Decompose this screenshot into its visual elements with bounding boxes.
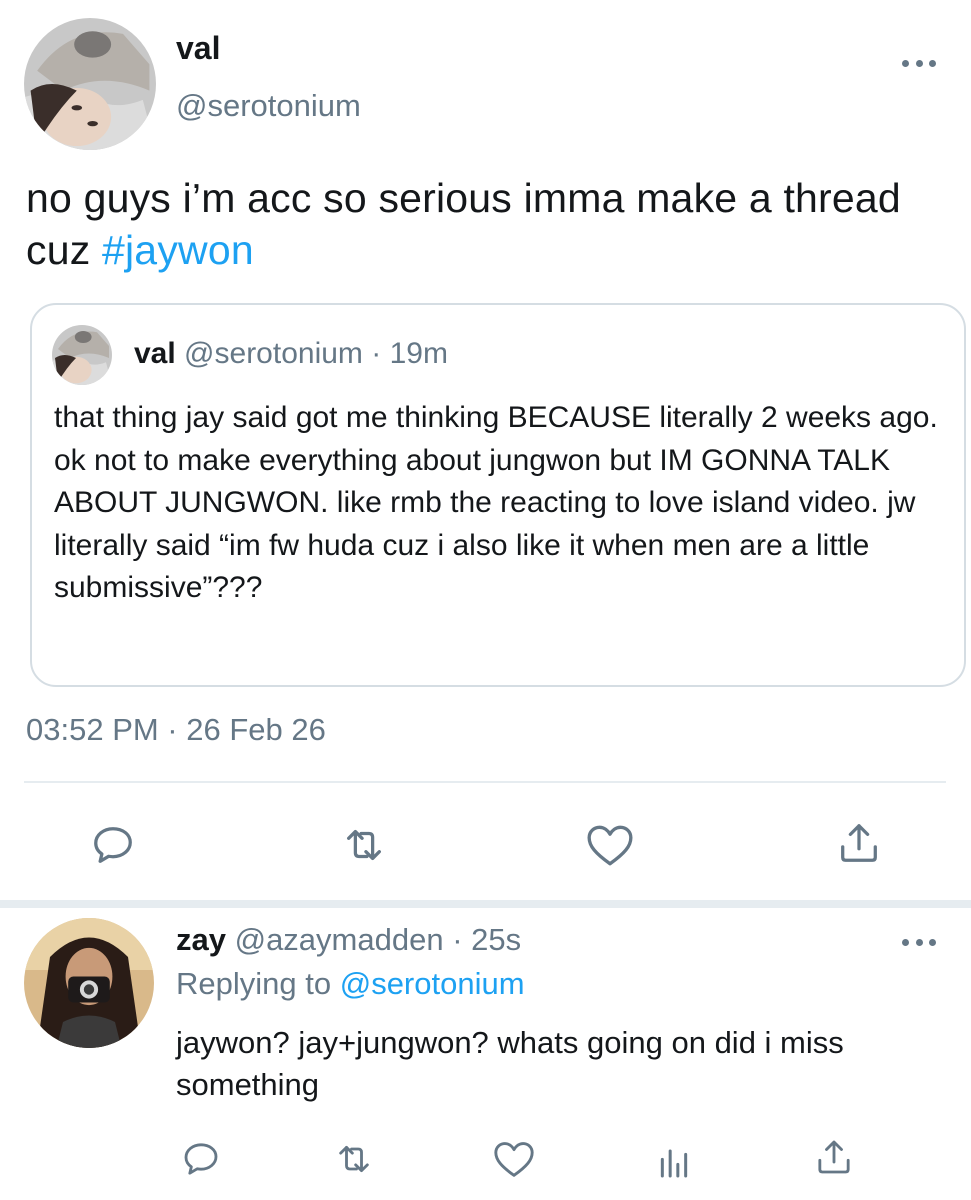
quoted-tweet[interactable]: val @serotonium · 19m that thing jay sai… bbox=[30, 303, 966, 687]
quoted-author-meta: @serotonium · 19m bbox=[175, 337, 448, 370]
share-icon bbox=[818, 1140, 850, 1174]
more-options-icon[interactable] bbox=[899, 932, 939, 952]
tweet-text: no guys i’m acc so serious imma make a t… bbox=[26, 172, 946, 276]
like-button[interactable] bbox=[490, 1136, 538, 1182]
avatar-photo bbox=[24, 918, 154, 1048]
retweet-button[interactable] bbox=[328, 1136, 380, 1182]
quoted-author-avatar bbox=[52, 325, 112, 385]
section-separator bbox=[0, 900, 971, 908]
divider bbox=[24, 781, 946, 783]
quoted-author-name: val bbox=[134, 337, 176, 370]
like-icon bbox=[587, 825, 633, 866]
replying-to: Replying to @serotonium bbox=[176, 966, 525, 1002]
quoted-tweet-text: that thing jay said got me thinking BECA… bbox=[54, 401, 938, 604]
author-avatar[interactable] bbox=[24, 18, 156, 150]
reply-author-avatar[interactable] bbox=[24, 918, 154, 1048]
author-handle[interactable]: @serotonium bbox=[176, 88, 361, 124]
reply-text: jaywon? jay+jungwon? whats going on did … bbox=[176, 1025, 844, 1102]
reply-author-meta: @azaymadden · 25s bbox=[225, 922, 522, 957]
quoted-tweet-header: val @serotonium · 19m bbox=[134, 337, 448, 371]
like-button[interactable] bbox=[583, 820, 637, 870]
replying-mention-link[interactable]: @serotonium bbox=[340, 966, 525, 1001]
analytics-icon bbox=[660, 1149, 688, 1178]
reply-icon bbox=[94, 827, 132, 863]
share-button[interactable] bbox=[834, 818, 884, 868]
author-name[interactable]: val bbox=[176, 30, 220, 67]
more-options-icon[interactable] bbox=[899, 53, 939, 73]
hashtag-link[interactable]: #jaywon bbox=[102, 227, 254, 273]
reply-button[interactable] bbox=[178, 1136, 224, 1182]
retweet-icon bbox=[347, 829, 381, 861]
main-tweet: val @serotonium no guys i’m acc so serio… bbox=[0, 0, 971, 900]
retweet-button[interactable] bbox=[335, 820, 393, 870]
like-icon bbox=[494, 1142, 534, 1177]
retweet-icon bbox=[339, 1145, 369, 1173]
share-icon bbox=[841, 824, 877, 862]
avatar-photo bbox=[52, 325, 112, 385]
replying-label: Replying to bbox=[176, 966, 340, 1001]
analytics-button[interactable] bbox=[652, 1138, 696, 1184]
reply-header: zay @azaymadden · 25s bbox=[176, 922, 521, 958]
tweet-timestamp[interactable]: 03:52 PM · 26 Feb 26 bbox=[26, 712, 326, 748]
avatar-photo bbox=[24, 18, 156, 150]
share-button[interactable] bbox=[812, 1134, 856, 1180]
reply-author-name[interactable]: zay bbox=[176, 922, 226, 957]
reply-icon bbox=[184, 1143, 218, 1175]
reply-button[interactable] bbox=[88, 820, 138, 870]
